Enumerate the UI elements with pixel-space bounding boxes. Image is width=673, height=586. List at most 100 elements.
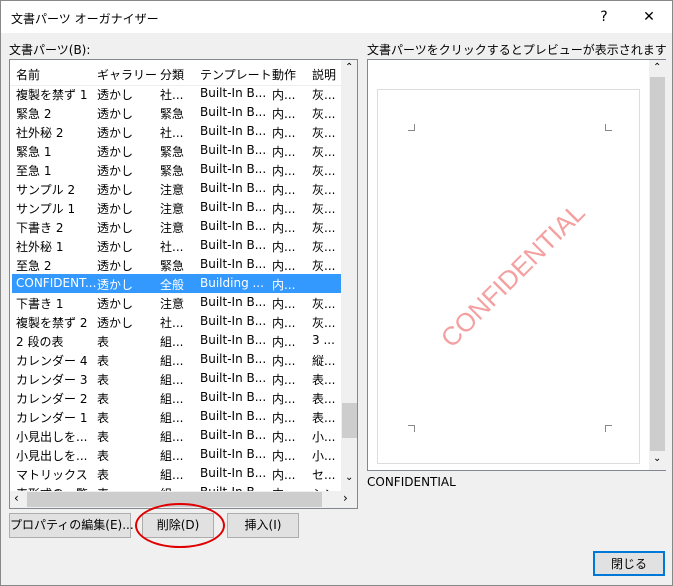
list-cell: 灰... [312,316,336,330]
preview-label: 文書パーツをクリックするとプレビューが表示されます [367,43,667,57]
list-cell: 表 [97,335,110,349]
list-cell: 透かし [97,183,134,197]
list-row[interactable]: 緊急 1 透かし 緊急 Built-In B... 内... 灰... [12,141,342,160]
list-cell: サンプル 1 [16,202,76,216]
list-cell: 社... [160,240,184,254]
list-label: 文書パーツ(B): [9,43,91,57]
column-header[interactable]: テンプレート [200,66,272,83]
list-cell: 表 [97,373,110,387]
edit-properties-button[interactable]: プロパティの編集(E)... [9,513,134,538]
list-row[interactable]: サンプル 1 透かし 注意 Built-In B... 内... 灰... [12,198,342,217]
list-cell: Built-In B... [200,143,267,157]
list-cell: 透かし [97,88,134,102]
list-row[interactable]: 社外秘 1 透かし 社... Built-In B... 内... 灰... [12,236,342,255]
column-header[interactable]: 名前 [16,66,40,83]
list-cell: Built-In B... [200,352,267,366]
list-cell: 透かし [97,202,134,216]
list-cell: 透かし [97,126,134,140]
list-row[interactable]: 下書き 2 透かし 注意 Built-In B... 内... 灰... [12,217,342,236]
list-row[interactable]: 小見出しを... 表 組... Built-In B... 内... 小... [12,445,342,464]
column-header[interactable]: 分類 [160,66,184,83]
list-row[interactable]: 至急 1 透かし 緊急 Built-In B... 内... 灰... [12,160,342,179]
list-row[interactable]: 至急 2 透かし 緊急 Built-In B... 内... 灰... [12,255,342,274]
watermark-preview: CONFIDENTIAL [434,197,591,354]
preview-scrollbar[interactable]: ⌃ ⌄ [649,60,666,470]
scroll-down-icon[interactable]: ⌄ [345,472,353,483]
list-cell: Built-In B... [200,333,267,347]
list-row[interactable]: カレンダー 3 表 組... Built-In B... 内... 表... [12,369,342,388]
list-row[interactable]: マトリックス表 組... Built-In B... 内... セ... [12,464,342,483]
list-cell: 灰... [312,88,336,102]
scroll-right-icon[interactable]: › [343,491,348,505]
list-cell: 透かし [97,240,134,254]
list-cell: CONFIDENT... [16,276,97,290]
list-cell: 表 [97,468,110,482]
list-cell: 内... [272,335,296,349]
list-cell: 小... [312,449,336,463]
insert-button[interactable]: 挿入(I) [227,513,299,538]
list-cell: 灰... [312,297,336,311]
list-cell: Built-In B... [200,314,267,328]
list-cell: 表 [97,449,110,463]
list-row[interactable]: 2 段の表 表 組... Built-In B... 内... 3 ... [12,331,342,350]
list-cell: Built-In B... [200,124,267,138]
scroll-thumb[interactable] [342,403,357,438]
list-cell: カレンダー 3 [16,373,88,387]
list-cell: Built-In B... [200,428,267,442]
preview-page: CONFIDENTIAL [377,89,640,464]
list-row[interactable]: カレンダー 2 表 組... Built-In B... 内... 表... [12,388,342,407]
list-row[interactable]: CONFIDENT... 透かし 全般 Building ... 内... [12,274,342,293]
list-cell: 表 [97,354,110,368]
list-cell: 灰... [312,107,336,121]
list-row[interactable]: 社外秘 2 透かし 社... Built-In B... 内... 灰... [12,122,342,141]
close-icon[interactable]: ✕ [626,1,672,33]
close-button[interactable]: 閉じる [593,551,665,576]
list-cell: 内... [272,354,296,368]
preview-scroll-thumb[interactable] [650,77,665,451]
list-cell: 小見出しを... [16,430,88,444]
scroll-up-icon[interactable]: ⌃ [345,62,353,73]
list-cell: 内... [272,373,296,387]
list-cell: Built-In B... [200,162,267,176]
list-cell: Built-In B... [200,181,267,195]
list-cell: 灰... [312,126,336,140]
list-cell: 注意 [160,183,185,197]
column-header[interactable]: 説明 [312,66,336,83]
list-cell: 組... [160,373,184,387]
column-header[interactable]: ギャラリー [97,66,157,83]
preview-pane: CONFIDENTIAL ⌃ ⌄ [367,59,666,471]
list-cell: 内... [272,316,296,330]
list-cell: 至急 2 [16,259,52,273]
list-cell: 表... [312,411,336,425]
list-cell: 下書き 1 [16,297,64,311]
list-row[interactable]: 下書き 1 透かし 注意 Built-In B... 内... 灰... [12,293,342,312]
list-cell: 緊急 [160,164,185,178]
list-cell: 灰... [312,145,336,159]
list-row[interactable]: カレンダー 1 表 組... Built-In B... 内... 表... [12,407,342,426]
list-row[interactable]: カレンダー 4 表 組... Built-In B... 内... 縦... [12,350,342,369]
list-cell: 社外秘 2 [16,126,64,140]
list-cell: 内... [272,202,296,216]
list-cell: 透かし [97,221,134,235]
list-row[interactable]: 複製を禁ず 1 透かし 社... Built-In B... 内... 灰... [12,84,342,103]
list-cell: Built-In B... [200,295,267,309]
list-row[interactable]: 複製を禁ず 2 透かし 社... Built-In B... 内... 灰... [12,312,342,331]
list-cell: 小... [312,430,336,444]
list-row[interactable]: 緊急 2 透かし 緊急 Built-In B... 内... 灰... [12,103,342,122]
scroll-down-icon[interactable]: ⌄ [653,453,661,464]
vertical-scrollbar[interactable]: ⌃ ⌄ [341,60,357,491]
list-cell: 表 [97,392,110,406]
list-cell: 組... [160,392,184,406]
scroll-up-icon[interactable]: ⌃ [653,62,661,73]
list-cell: 内... [272,297,296,311]
list-row[interactable]: サンプル 2 透かし 注意 Built-In B... 内... 灰... [12,179,342,198]
list-cell: 内... [272,88,296,102]
list-row[interactable]: 小見出しを... 表 組... Built-In B... 内... 小... [12,426,342,445]
list-cell: 社... [160,316,184,330]
help-button[interactable]: ? [581,1,627,33]
list-cell: 組... [160,430,184,444]
scroll-left-icon[interactable]: ‹ [14,491,19,505]
building-blocks-list[interactable]: 名前 ギャラリー 分類 テンプレート 動作 説明 複製を禁ず 1 透かし 社... Built-… [9,59,358,509]
list-cell: 3 ... [312,333,335,347]
column-header[interactable]: 動作 [272,66,296,83]
